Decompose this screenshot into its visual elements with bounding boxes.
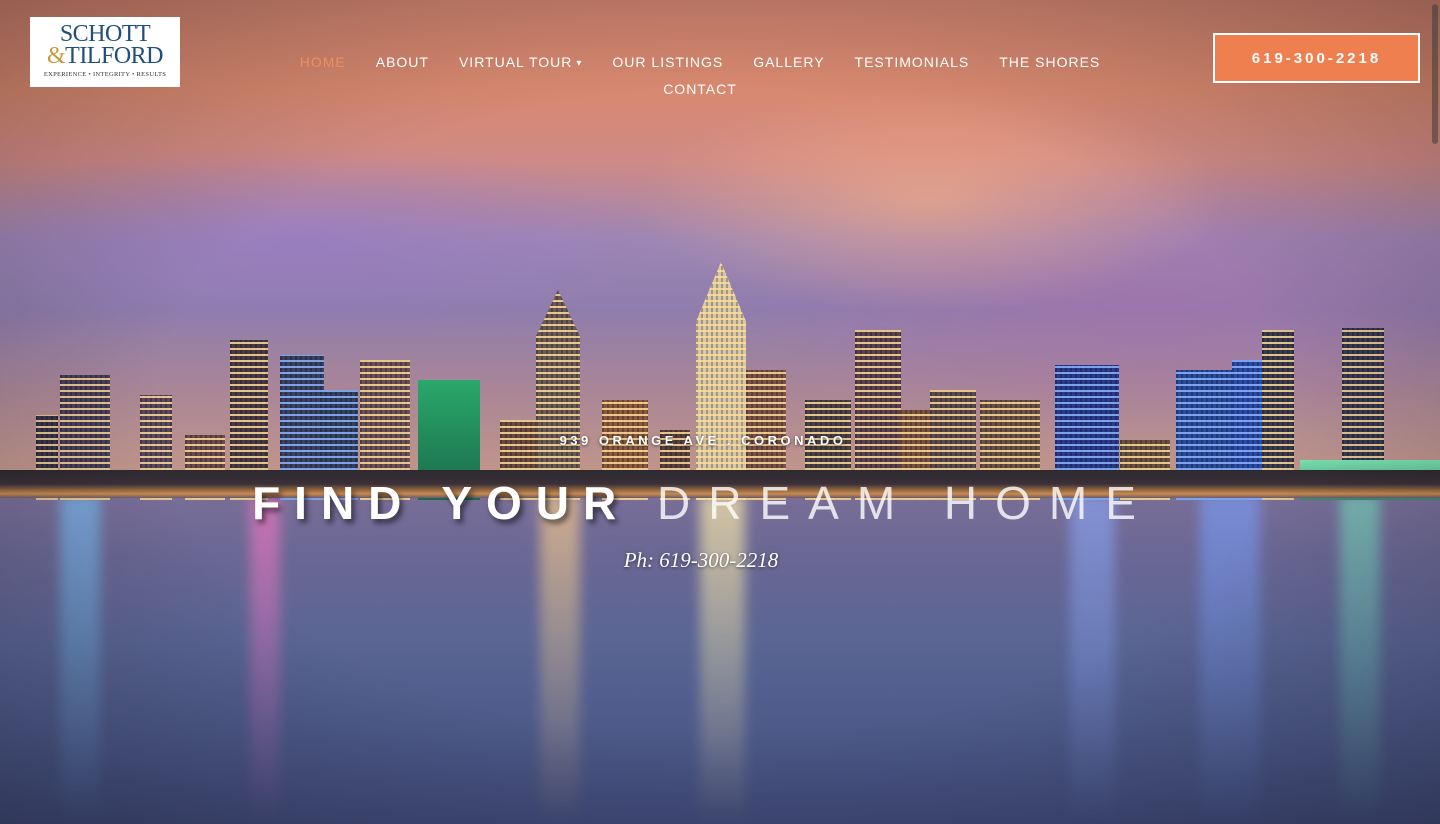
nav-item-testimonials[interactable]: TESTIMONIALS <box>855 50 970 74</box>
logo-ampersand: & <box>46 43 66 69</box>
nav-item-gallery[interactable]: GALLERY <box>753 50 824 74</box>
nav-item-label: VIRTUAL TOUR <box>458 54 573 70</box>
hero-background <box>0 0 1440 824</box>
nav-item-the-shores[interactable]: THE SHORES <box>999 50 1100 74</box>
logo-text-schott: SCHOTT <box>59 21 151 47</box>
logo-text-tilford: &TILFORD <box>46 43 164 69</box>
nav-item-contact[interactable]: CONTACT <box>663 77 737 101</box>
headline-light: DREAM HOME <box>657 477 1154 529</box>
nav-item-home[interactable]: HOME <box>300 50 346 74</box>
nav-item-virtual-tour[interactable]: VIRTUAL TOUR ▾ <box>459 50 582 77</box>
headline-strong: FIND YOUR <box>252 477 631 529</box>
chevron-down-icon: ▾ <box>576 58 583 69</box>
hero-address: 939 ORANGE AVE . CORONADO <box>559 433 847 448</box>
nav-item-our-listings[interactable]: OUR LISTINGS <box>612 50 723 74</box>
main-navigation: HOME ABOUT VIRTUAL TOUR ▾ OUR LISTINGS GALLER… <box>270 50 1130 102</box>
hero-headline: FIND YOUR DREAM HOME <box>0 476 1406 530</box>
hero-phone: Ph: 619-300-2218 <box>623 548 779 572</box>
scrollbar[interactable] <box>1432 4 1438 144</box>
phone-call-button[interactable]: 619-300-2218 <box>1213 33 1420 83</box>
logo-tagline: EXPERIENCE • INTEGRITY • RESULTS <box>43 71 167 78</box>
nav-item-about[interactable]: ABOUT <box>376 50 429 74</box>
site-logo[interactable]: SCHOTT &TILFORD EXPERIENCE • INTEGRITY •… <box>30 17 180 87</box>
